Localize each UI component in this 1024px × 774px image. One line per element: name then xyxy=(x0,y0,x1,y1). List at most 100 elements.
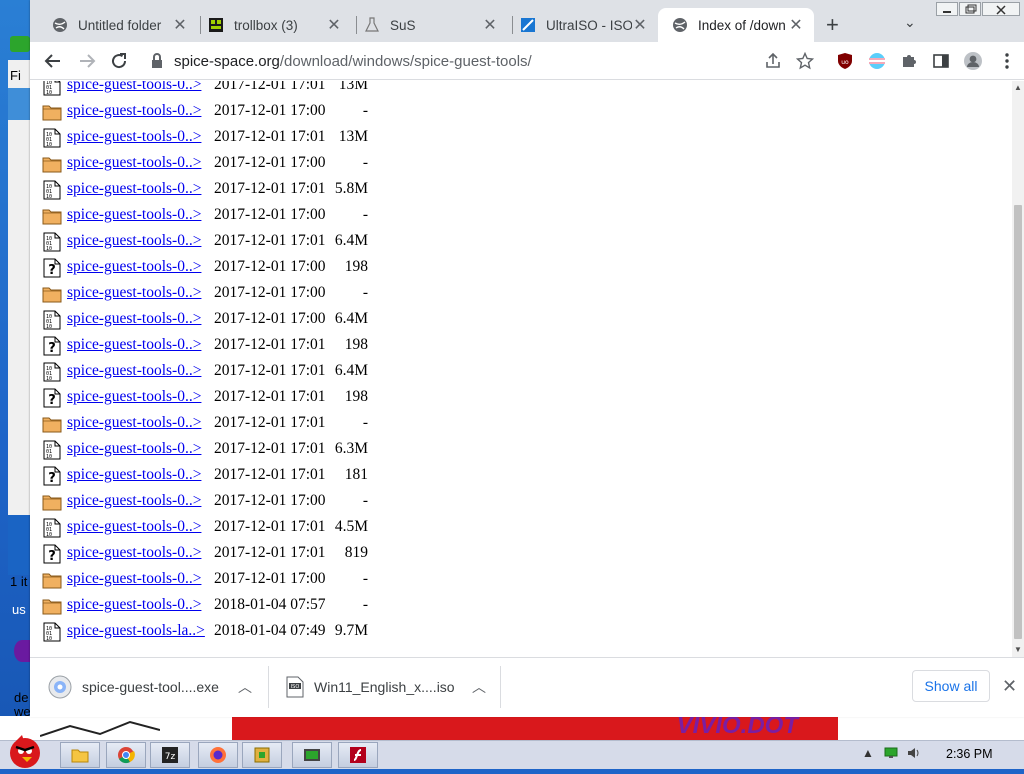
file-link[interactable]: spice-guest-tools-0..> xyxy=(67,544,201,562)
lock-icon[interactable] xyxy=(150,53,164,69)
file-size: 198 xyxy=(344,388,368,405)
desktop-app-icon[interactable] xyxy=(10,36,30,52)
svg-text:10: 10 xyxy=(46,194,52,200)
close-icon[interactable]: ✕ xyxy=(482,15,498,35)
minimize-button[interactable] xyxy=(936,2,958,16)
globe-icon xyxy=(53,18,67,32)
taskbar-app[interactable] xyxy=(242,742,282,768)
file-link[interactable]: spice-guest-tools-0..> xyxy=(67,362,201,380)
file-link[interactable]: spice-guest-tools-0..> xyxy=(67,258,201,276)
ublock-extension-button[interactable]: uo xyxy=(834,50,856,72)
bookmark-button[interactable] xyxy=(794,50,816,72)
tab-search-chevron-icon[interactable]: ⌄ xyxy=(904,14,916,31)
unknown-file-icon: ? xyxy=(43,544,61,564)
file-link[interactable]: spice-guest-tools-0..> xyxy=(67,388,201,406)
binary-file-icon: 100110 xyxy=(43,622,61,642)
taskbar-app[interactable] xyxy=(292,742,332,768)
file-link[interactable]: spice-guest-tools-0..> xyxy=(67,284,201,302)
file-link[interactable]: spice-guest-tools-la..> xyxy=(67,622,205,640)
taskbar-chrome[interactable] xyxy=(106,742,146,768)
close-icon[interactable]: ✕ xyxy=(632,15,648,35)
download-item[interactable]: ISO Win11_English_x....iso xyxy=(286,658,455,716)
show-all-button[interactable]: Show all xyxy=(912,670,990,702)
taskbar-firefox[interactable] xyxy=(198,742,238,768)
forward-button[interactable] xyxy=(76,50,98,72)
tab-index-of-download[interactable]: Index of /down ✕ xyxy=(658,8,814,42)
chevron-up-icon[interactable]: ︿ xyxy=(472,677,486,697)
profile-button[interactable] xyxy=(962,50,984,72)
file-link[interactable]: spice-guest-tools-0..> xyxy=(67,492,201,510)
network-icon[interactable] xyxy=(884,746,898,763)
file-size: 4.5M xyxy=(334,518,368,535)
download-item[interactable]: spice-guest-tool....exe xyxy=(48,658,219,716)
restore-button[interactable] xyxy=(959,2,981,16)
close-icon[interactable]: ✕ xyxy=(788,15,804,35)
tab-ultraiso[interactable]: UltraISO - ISO C ✕ xyxy=(506,8,658,42)
file-link[interactable]: spice-guest-tools-0..> xyxy=(67,570,201,588)
url-host: spice-space.org xyxy=(174,53,280,70)
tab-untitled-folder[interactable]: Untitled folder ✕ xyxy=(38,8,198,42)
wallpaper-text: VIVIO.DOT xyxy=(676,716,798,739)
scrollbar-thumb[interactable] xyxy=(1014,205,1022,639)
desktop-app-icon[interactable] xyxy=(14,640,30,662)
file-link[interactable]: spice-guest-tools-0..> xyxy=(67,128,201,146)
extensions-button[interactable] xyxy=(898,50,920,72)
flash-icon xyxy=(350,747,366,763)
avatar-icon xyxy=(964,52,982,70)
file-link[interactable]: spice-guest-tools-0..> xyxy=(67,310,201,328)
taskbar-7zip[interactable]: 7z xyxy=(150,742,190,768)
show-hidden-icons-icon[interactable]: ▲ xyxy=(862,746,874,760)
angry-bird-icon xyxy=(10,735,40,768)
scroll-up-arrow-icon[interactable]: ▲ xyxy=(1014,83,1022,92)
file-size: 181 xyxy=(344,466,368,483)
taskbar-flash[interactable] xyxy=(338,742,378,768)
file-link[interactable]: spice-guest-tools-0..> xyxy=(67,596,201,614)
page-content: 10 01 10 spice-guest-tools-0..> 2017-12-01 1… xyxy=(30,81,1012,657)
download-filename: spice-guest-tool....exe xyxy=(82,679,219,695)
unknown-file-icon: ? xyxy=(43,336,61,356)
back-button[interactable] xyxy=(42,50,64,72)
clock[interactable]: 2:36 PM xyxy=(946,747,993,761)
file-link[interactable]: spice-guest-tools-0..> xyxy=(67,466,201,484)
scroll-down-arrow-icon[interactable]: ▼ xyxy=(1014,645,1022,654)
start-button[interactable] xyxy=(2,731,48,769)
file-date: 2017-12-01 17:01 xyxy=(214,466,326,483)
file-date: 2017-12-01 17:01 xyxy=(214,180,326,197)
url-text[interactable]: spice-space.org/download/windows/spice-g… xyxy=(174,53,532,70)
close-shelf-button[interactable]: ✕ xyxy=(1002,676,1017,697)
file-link[interactable]: spice-guest-tools-0..> xyxy=(67,440,201,458)
menu-button[interactable] xyxy=(996,50,1018,72)
file-link[interactable]: spice-guest-tools-0..> xyxy=(67,206,201,224)
volume-icon[interactable] xyxy=(906,746,922,763)
background-window-pane xyxy=(8,515,30,575)
side-panel-button[interactable] xyxy=(930,50,952,72)
share-button[interactable] xyxy=(762,50,784,72)
reload-button[interactable] xyxy=(108,50,130,72)
file-link[interactable]: spice-guest-tools-0..> xyxy=(67,414,201,432)
address-bar[interactable]: spice-space.org/download/windows/spice-g… xyxy=(140,46,830,76)
file-size: 819 xyxy=(344,544,368,561)
taskbar-explorer[interactable] xyxy=(60,742,100,768)
file-link[interactable]: spice-guest-tools-0..> xyxy=(67,154,201,172)
new-tab-button[interactable]: + xyxy=(826,14,839,36)
tab-trollbox[interactable]: trollbox (3) ✕ xyxy=(194,8,352,42)
folder-icon xyxy=(42,417,62,433)
file-link[interactable]: spice-guest-tools-0..> xyxy=(67,102,201,120)
close-icon[interactable]: ✕ xyxy=(326,15,342,35)
flag-extension-button[interactable] xyxy=(866,50,888,72)
file-link[interactable]: spice-guest-tools-0..> xyxy=(67,336,201,354)
file-link[interactable]: spice-guest-tools-0..> xyxy=(67,81,201,94)
file-link[interactable]: spice-guest-tools-0..> xyxy=(67,232,201,250)
file-link[interactable]: spice-guest-tools-0..> xyxy=(67,180,201,198)
vertical-scrollbar[interactable]: ▲ ▼ xyxy=(1012,81,1024,657)
tab-sus[interactable]: SuS ✕ xyxy=(350,8,508,42)
binary-file-icon: 100110 xyxy=(43,81,61,96)
chevron-up-icon[interactable]: ︿ xyxy=(238,677,252,697)
file-link[interactable]: spice-guest-tools-0..> xyxy=(67,518,201,536)
desktop-wallpaper: VIVIO.DOT xyxy=(0,716,1024,740)
svg-text:10: 10 xyxy=(46,532,52,538)
close-window-button[interactable] xyxy=(982,2,1020,16)
file-size: - xyxy=(362,154,368,171)
close-icon[interactable]: ✕ xyxy=(172,15,188,35)
file-size: - xyxy=(362,284,368,301)
